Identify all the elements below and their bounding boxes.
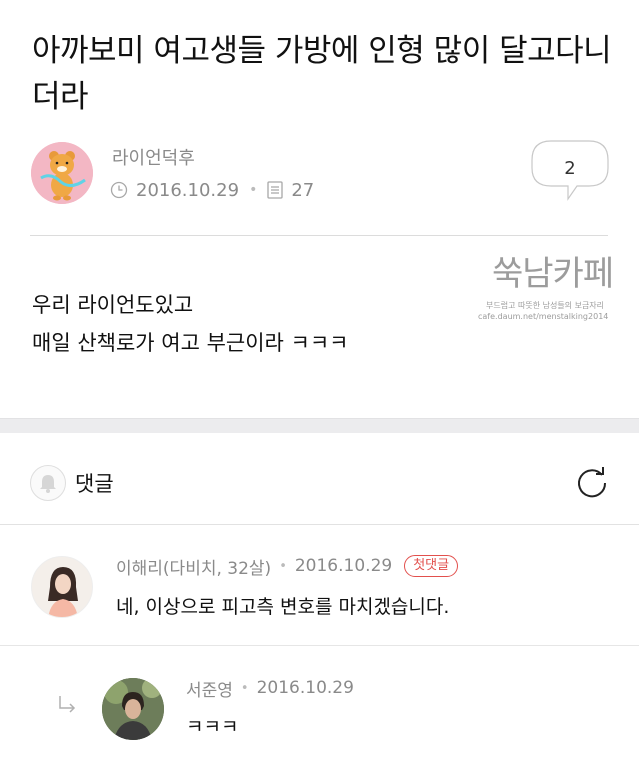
post-body-line: 매일 산책로가 여고 부근이라 ㅋㅋㅋ (32, 331, 349, 355)
comment-count: 2 (564, 158, 576, 179)
post-meta: 2016.10.29 • 27 (110, 178, 314, 202)
commenter-avatar[interactable] (31, 556, 93, 618)
bell-icon[interactable] (30, 465, 66, 501)
comment-meta: 서준영 • 2016.10.29 (186, 676, 354, 701)
watermark-logo: 쑥남카페 (492, 254, 614, 294)
clock-icon (110, 181, 128, 199)
divider (0, 645, 639, 646)
author-name[interactable]: 라이언덕후 (112, 144, 195, 170)
comments-title: 댓글 (75, 472, 114, 496)
reply-arrow-icon (59, 696, 76, 713)
comment-date: 2016.10.29 (256, 678, 354, 698)
post-body-line: 우리 라이언도있고 (32, 293, 194, 317)
separator-dot: • (279, 558, 287, 574)
commenter-name[interactable]: 이해리(다비치, 32살) (116, 554, 271, 579)
divider (0, 524, 639, 525)
comment-count-button[interactable]: 2 (531, 140, 609, 208)
author-avatar[interactable] (31, 142, 93, 204)
section-separator (0, 418, 639, 433)
view-count: 27 (291, 179, 315, 201)
post-title: 아까보미 여고생들 가방에 인형 많이 달고다니더라 (32, 33, 612, 115)
document-icon (267, 181, 283, 199)
first-comment-badge: 첫댓글 (404, 555, 459, 577)
post-header: 아까보미 여고생들 가방에 인형 많이 달고다니더라 라이언덕후 2016.10… (0, 0, 639, 236)
comment-text: ㅋㅋㅋ (186, 716, 239, 738)
post-date: 2016.10.29 (136, 179, 240, 201)
comment-date: 2016.10.29 (294, 556, 393, 576)
commenter-avatar[interactable] (102, 678, 164, 740)
watermark-url: cafe.daum.net/menstalking2014 (478, 312, 609, 321)
separator-dot: • (249, 182, 258, 198)
watermark-slogan: 부드럽고 따뜻한 남성들의 보금자리 (486, 301, 605, 310)
comment-text: 네, 이상으로 피고측 변호를 마치겠습니다. (116, 596, 450, 618)
cafe-watermark: 쑥남카페 부드럽고 따뜻한 남성들의 보금자리 cafe.daum.net/me… (478, 246, 618, 326)
commenter-name[interactable]: 서준영 (186, 676, 233, 701)
separator-dot: • (240, 680, 249, 696)
post-body: 우리 라이언도있고 매일 산책로가 여고 부근이라 ㅋㅋㅋ (32, 286, 349, 362)
refresh-icon[interactable] (575, 465, 609, 499)
comment-meta: 이해리(다비치, 32살) • 2016.10.29 첫댓글 (116, 554, 459, 579)
divider (30, 235, 608, 236)
